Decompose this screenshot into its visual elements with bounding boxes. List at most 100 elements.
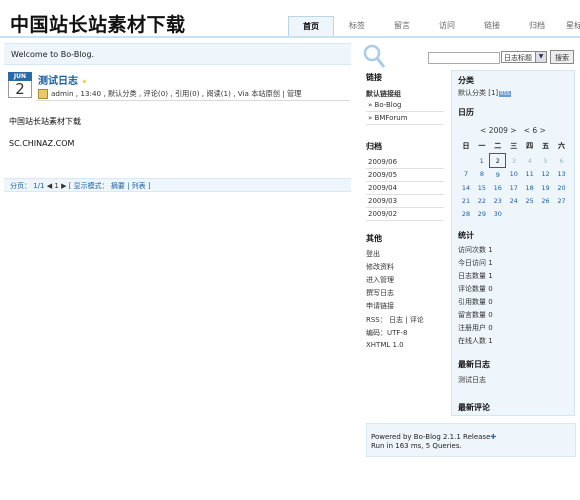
link-label[interactable]: BMForum bbox=[375, 114, 408, 122]
calendar-day[interactable]: 25 bbox=[522, 194, 538, 207]
calendar-day[interactable]: 4 bbox=[522, 154, 538, 168]
archive-title: 归档 bbox=[366, 141, 382, 151]
other-item[interactable]: XHTML 1.0 bbox=[366, 339, 444, 350]
archive-item[interactable]: 2009/03 bbox=[366, 195, 444, 208]
calendar-week: 7 8 9 10 11 12 13 bbox=[458, 168, 570, 182]
calendar-title: 日历 bbox=[458, 107, 474, 117]
chevron-down-icon: ▼ bbox=[535, 52, 546, 62]
calendar-day[interactable]: 27 bbox=[554, 194, 570, 207]
calendar-day[interactable]: 5 bbox=[538, 154, 554, 168]
archive-item[interactable]: 2009/04 bbox=[366, 182, 444, 195]
site-title: 中国站长站素材下载 bbox=[10, 14, 186, 36]
calendar-day[interactable]: 13 bbox=[554, 168, 570, 182]
calendar-day[interactable]: 7 bbox=[458, 168, 474, 182]
search-input[interactable] bbox=[428, 52, 500, 64]
calendar-day[interactable]: 2 bbox=[489, 153, 507, 168]
nav-tab-home[interactable]: 首页 bbox=[288, 16, 334, 36]
nav-tab-archive[interactable]: 归档 bbox=[514, 16, 559, 36]
recent-post-item[interactable]: 测试日志 bbox=[458, 373, 568, 386]
calendar-day[interactable]: 26 bbox=[538, 194, 554, 207]
calendar-day[interactable]: 30 bbox=[490, 207, 506, 220]
right-sidebar: 分类 默认分类 [1] RSS 日历 < 2009 > < 6 > 日一二三四五六… bbox=[451, 70, 575, 416]
calendar-weekdays: 日一二三四五六 bbox=[458, 139, 570, 154]
calendar-day[interactable]: 20 bbox=[554, 181, 570, 194]
post-date-badge: JUN 2 bbox=[8, 72, 32, 98]
recent-comments-title: 最新评论 bbox=[458, 402, 490, 412]
calendar-day[interactable]: 28 bbox=[458, 207, 474, 220]
calendar-day[interactable]: 17 bbox=[506, 181, 522, 194]
link-item[interactable]: » BMForum bbox=[366, 112, 444, 125]
other-item[interactable]: 进入管理 bbox=[366, 273, 444, 286]
calendar-day[interactable]: 23 bbox=[490, 194, 506, 207]
calendar-day[interactable]: 22 bbox=[474, 194, 490, 207]
prev-page-icon[interactable]: ◀ bbox=[47, 182, 52, 190]
other-item[interactable]: RSS： 日志 | 评论 bbox=[366, 313, 444, 326]
calendar-day[interactable]: 8 bbox=[474, 168, 490, 182]
footer-powered-text[interactable]: Powered by Bo-Blog 2.1.1 Release bbox=[371, 433, 490, 441]
star-icon[interactable]: ✦ bbox=[81, 78, 87, 86]
link-item[interactable]: » Bo-Blog bbox=[366, 99, 444, 112]
rss-badge[interactable]: RSS bbox=[499, 90, 511, 97]
calendar-day[interactable]: 9 bbox=[490, 168, 506, 182]
calendar-weekday: 二 bbox=[494, 142, 502, 150]
calendar-day[interactable]: 19 bbox=[538, 181, 554, 194]
next-page-icon[interactable]: ▶ bbox=[61, 182, 66, 190]
calendar: < 2009 > < 6 > 日一二三四五六 1 2 3 4 5 6 7 8 9 10 11 12 13… bbox=[458, 126, 568, 220]
category-label[interactable]: 默认分类 [1] bbox=[458, 89, 498, 97]
archive-item[interactable]: 2009/05 bbox=[366, 169, 444, 182]
plus-icon: ✚ bbox=[490, 433, 497, 441]
welcome-bar: Welcome to Bo-Blog. bbox=[4, 43, 351, 65]
calendar-year[interactable]: < 2009 > bbox=[480, 126, 516, 135]
calendar-day[interactable]: 1 bbox=[474, 154, 490, 168]
calendar-day[interactable]: 21 bbox=[458, 194, 474, 207]
pagination-text: 分页： 1/1 bbox=[10, 182, 45, 190]
search-button[interactable]: 搜索 bbox=[550, 50, 574, 64]
calendar-day bbox=[458, 154, 474, 168]
calendar-day[interactable]: 10 bbox=[506, 168, 522, 182]
post-day: 2 bbox=[8, 81, 32, 98]
post-title[interactable]: 测试日志 ✦ bbox=[38, 72, 87, 87]
main-nav: 首页 标签 留言 访问 链接 归档 星标日志 bbox=[288, 16, 580, 36]
recent-posts-title: 最新日志 bbox=[458, 359, 490, 369]
calendar-day[interactable]: 3 bbox=[506, 154, 522, 168]
calendar-body: 1 2 3 4 5 6 7 8 9 10 11 12 13 14 15 16 17 18 19 20 21 22 23 24 2… bbox=[458, 153, 570, 221]
display-mode[interactable]: [ 显示模式： 摘要 | 列表 ] bbox=[69, 182, 151, 190]
link-label[interactable]: Bo-Blog bbox=[375, 101, 402, 109]
page-number[interactable]: 1 bbox=[54, 182, 58, 190]
category-item[interactable]: 默认分类 [1] RSS bbox=[458, 86, 568, 99]
other-item[interactable]: 登出 bbox=[366, 247, 444, 260]
calendar-day bbox=[506, 207, 522, 220]
stat-item: 留言数量 0 bbox=[458, 310, 493, 319]
nav-tab-links[interactable]: 链接 bbox=[469, 16, 514, 36]
nav-tab-starred[interactable]: 星标日志 bbox=[559, 16, 580, 36]
calendar-day bbox=[554, 207, 570, 220]
nav-tab-visits[interactable]: 访问 bbox=[424, 16, 469, 36]
calendar-day[interactable]: 24 bbox=[506, 194, 522, 207]
calendar-day[interactable]: 29 bbox=[474, 207, 490, 220]
calendar-day[interactable]: 12 bbox=[538, 168, 554, 182]
post-body-line: 中国站长站素材下载 bbox=[9, 117, 81, 126]
other-item[interactable]: 申请链接 bbox=[366, 300, 444, 313]
search-type-select[interactable]: 日志标题 ▼ bbox=[501, 51, 547, 63]
post-title-text[interactable]: 测试日志 bbox=[38, 76, 78, 87]
stat-item: 评论数量 0 bbox=[458, 284, 493, 293]
other-item[interactable]: 撰写日志 bbox=[366, 287, 444, 300]
calendar-month[interactable]: < 6 > bbox=[524, 126, 546, 135]
calendar-day[interactable]: 14 bbox=[458, 181, 474, 194]
archive-item[interactable]: 2009/02 bbox=[366, 208, 444, 221]
nav-tab-tags[interactable]: 标签 bbox=[334, 16, 379, 36]
links-group-title: 默认链接组 bbox=[366, 90, 401, 98]
nav-tab-guestbook[interactable]: 留言 bbox=[379, 16, 424, 36]
calendar-day[interactable]: 18 bbox=[522, 181, 538, 194]
calendar-weekday: 五 bbox=[542, 142, 550, 151]
calendar-day bbox=[538, 207, 554, 220]
calendar-week: 28 29 30 bbox=[458, 207, 570, 220]
calendar-grid: 日一二三四五六 1 2 3 4 5 6 7 8 9 10 11 12 13 14 15 16 17 18 19 20 2… bbox=[458, 139, 570, 220]
other-item[interactable]: 修改资料 bbox=[366, 260, 444, 273]
calendar-day[interactable]: 6 bbox=[554, 154, 570, 168]
calendar-day[interactable]: 15 bbox=[474, 181, 490, 194]
archive-item[interactable]: 2009/06 bbox=[366, 156, 444, 169]
calendar-day[interactable]: 16 bbox=[490, 181, 506, 194]
calendar-nav: < 2009 > < 6 > bbox=[458, 126, 568, 135]
calendar-day[interactable]: 11 bbox=[522, 168, 538, 182]
